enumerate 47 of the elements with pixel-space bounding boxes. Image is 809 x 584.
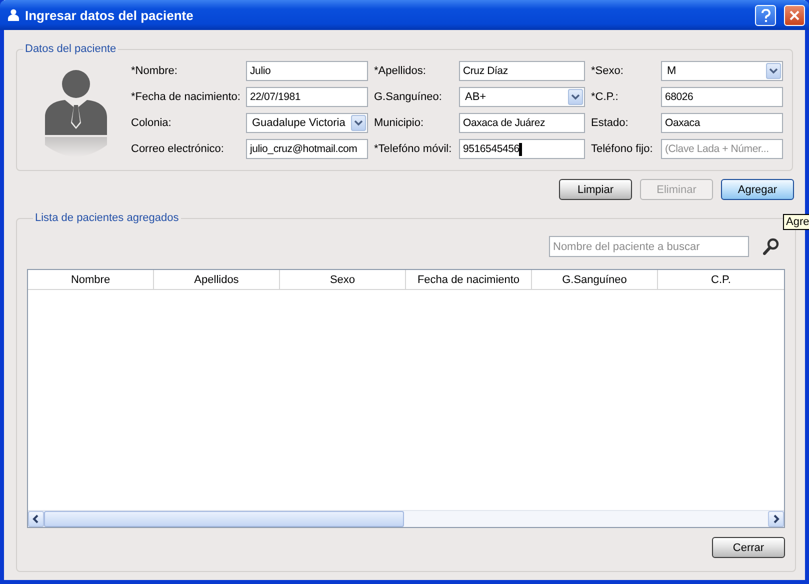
action-button[interactable]: Agregar — [721, 179, 794, 200]
input-field[interactable]: 9516545456 — [459, 139, 585, 159]
question-mark-icon — [760, 8, 770, 22]
scrollbar-thumb[interactable] — [44, 511, 404, 527]
scroll-left-button[interactable] — [28, 511, 44, 527]
field-label: *Nombre: — [131, 65, 178, 77]
dropdown-field[interactable]: M — [661, 61, 783, 81]
column-header[interactable]: C.P. — [658, 270, 784, 289]
input-field[interactable]: julio_cruz@hotmail.com — [246, 139, 368, 159]
field-label: Estado: — [590, 117, 630, 129]
field-label: Teléfono fijo: — [590, 143, 654, 155]
field-label: G.Sanguíneo: — [373, 91, 443, 103]
dropdown-field[interactable]: Guadalupe Victoria — [246, 113, 368, 133]
column-header[interactable]: Nombre — [28, 270, 154, 289]
close-dialog-button[interactable]: Cerrar — [712, 537, 785, 558]
tooltip: Agre — [783, 214, 809, 230]
section-title: Datos del paciente — [24, 43, 118, 55]
field-label: Correo electrónico: — [131, 143, 225, 155]
section-title: Lista de pacientes agregados — [34, 212, 180, 224]
search-icon[interactable] — [763, 238, 779, 255]
input-field[interactable]: Cruz Díaz — [459, 61, 585, 81]
field-label: *Sexo: — [590, 65, 624, 77]
scroll-right-button[interactable] — [768, 511, 784, 527]
window-title: Ingresar datos del paciente — [25, 8, 194, 22]
input-field[interactable]: Oaxaca de Juárez — [459, 113, 585, 133]
field-label: *C.P.: — [590, 91, 620, 103]
field-label: *Telefóno móvil: — [373, 143, 453, 155]
help-button[interactable] — [755, 4, 776, 26]
input-field[interactable]: 22/07/1981 — [246, 87, 368, 107]
close-button[interactable] — [784, 4, 805, 26]
search-field[interactable]: Nombre del paciente a buscar — [549, 236, 749, 257]
user-icon — [8, 9, 19, 21]
input-field[interactable]: Oaxaca — [661, 113, 783, 133]
input-field[interactable]: 68026 — [661, 87, 783, 107]
column-header[interactable]: Sexo — [280, 270, 406, 289]
action-button[interactable]: Limpiar — [559, 179, 632, 200]
close-icon — [789, 10, 800, 20]
column-header[interactable]: G.Sanguíneo — [532, 270, 658, 289]
person-silhouette-icon — [45, 69, 107, 157]
dropdown-field[interactable]: AB+ — [459, 87, 585, 107]
field-label: *Fecha de nacimiento: — [131, 91, 242, 103]
field-label: Municipio: — [373, 117, 425, 129]
column-header[interactable]: Fecha de nacimiento — [406, 270, 532, 289]
field-label: *Apellidos: — [373, 65, 427, 77]
field-label: Colonia: — [131, 117, 172, 129]
column-header[interactable]: Apellidos — [154, 270, 280, 289]
input-field[interactable]: Julio — [246, 61, 368, 81]
